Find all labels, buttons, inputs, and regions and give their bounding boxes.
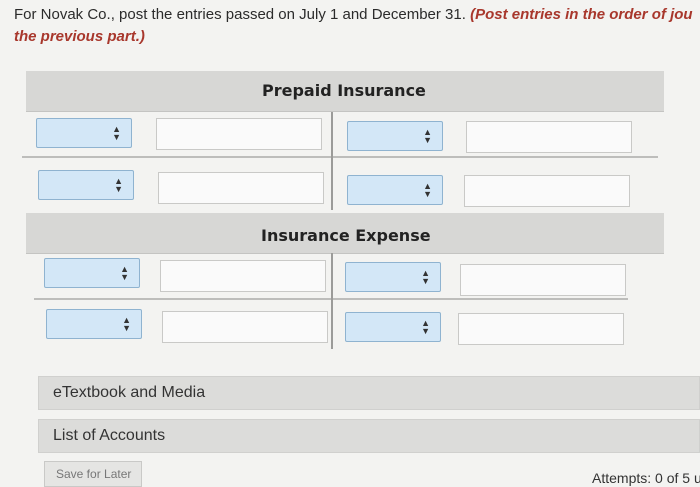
up-down-arrows-icon: ▲ ▼: [120, 264, 129, 282]
credit-account-select-3[interactable]: ▲ ▼: [345, 262, 441, 292]
debit-account-select-1[interactable]: ▲ ▼: [36, 118, 132, 148]
insurance-expense-divider: [331, 253, 333, 349]
up-down-arrows-icon: ▲ ▼: [423, 181, 432, 199]
instructions-text: For Novak Co., post the entries passed o…: [14, 6, 471, 23]
credit-account-select-2[interactable]: ▲ ▼: [347, 175, 443, 205]
up-down-arrows-icon: ▲ ▼: [112, 124, 121, 142]
instructions-emphasis-line2: the previous part.): [14, 28, 145, 45]
save-for-later-button[interactable]: Save for Later: [44, 461, 142, 487]
etextbook-link[interactable]: eTextbook and Media: [38, 376, 700, 410]
credit-account-select-1[interactable]: ▲ ▼: [347, 121, 443, 151]
prepaid-insurance-divider: [331, 112, 333, 210]
attempts-counter: Attempts: 0 of 5 u: [592, 470, 700, 486]
debit-account-select-3[interactable]: ▲ ▼: [44, 258, 140, 288]
debit-amount-input-3[interactable]: [160, 260, 326, 292]
insurance-expense-title: Insurance Expense: [261, 226, 431, 245]
instructions: For Novak Co., post the entries passed o…: [14, 4, 700, 48]
debit-amount-input-1[interactable]: [156, 118, 322, 150]
up-down-arrows-icon: ▲ ▼: [122, 315, 131, 333]
debit-account-select-2[interactable]: ▲ ▼: [38, 170, 134, 200]
up-down-arrows-icon: ▲ ▼: [421, 318, 430, 336]
credit-amount-input-4[interactable]: [458, 313, 624, 345]
debit-amount-input-4[interactable]: [162, 311, 328, 343]
instructions-emphasis: (Post entries in the order of jou: [470, 6, 693, 23]
debit-amount-input-2[interactable]: [158, 172, 324, 204]
debit-account-select-4[interactable]: ▲ ▼: [46, 309, 142, 339]
credit-account-select-4[interactable]: ▲ ▼: [345, 312, 441, 342]
up-down-arrows-icon: ▲ ▼: [423, 127, 432, 145]
credit-amount-input-1[interactable]: [466, 121, 632, 153]
list-of-accounts-link[interactable]: List of Accounts: [38, 419, 700, 453]
prepaid-insurance-title: Prepaid Insurance: [262, 81, 426, 100]
prepaid-insurance-t-line: [22, 156, 658, 158]
up-down-arrows-icon: ▲ ▼: [114, 176, 123, 194]
credit-amount-input-3[interactable]: [460, 264, 626, 296]
up-down-arrows-icon: ▲ ▼: [421, 268, 430, 286]
credit-amount-input-2[interactable]: [464, 175, 630, 207]
